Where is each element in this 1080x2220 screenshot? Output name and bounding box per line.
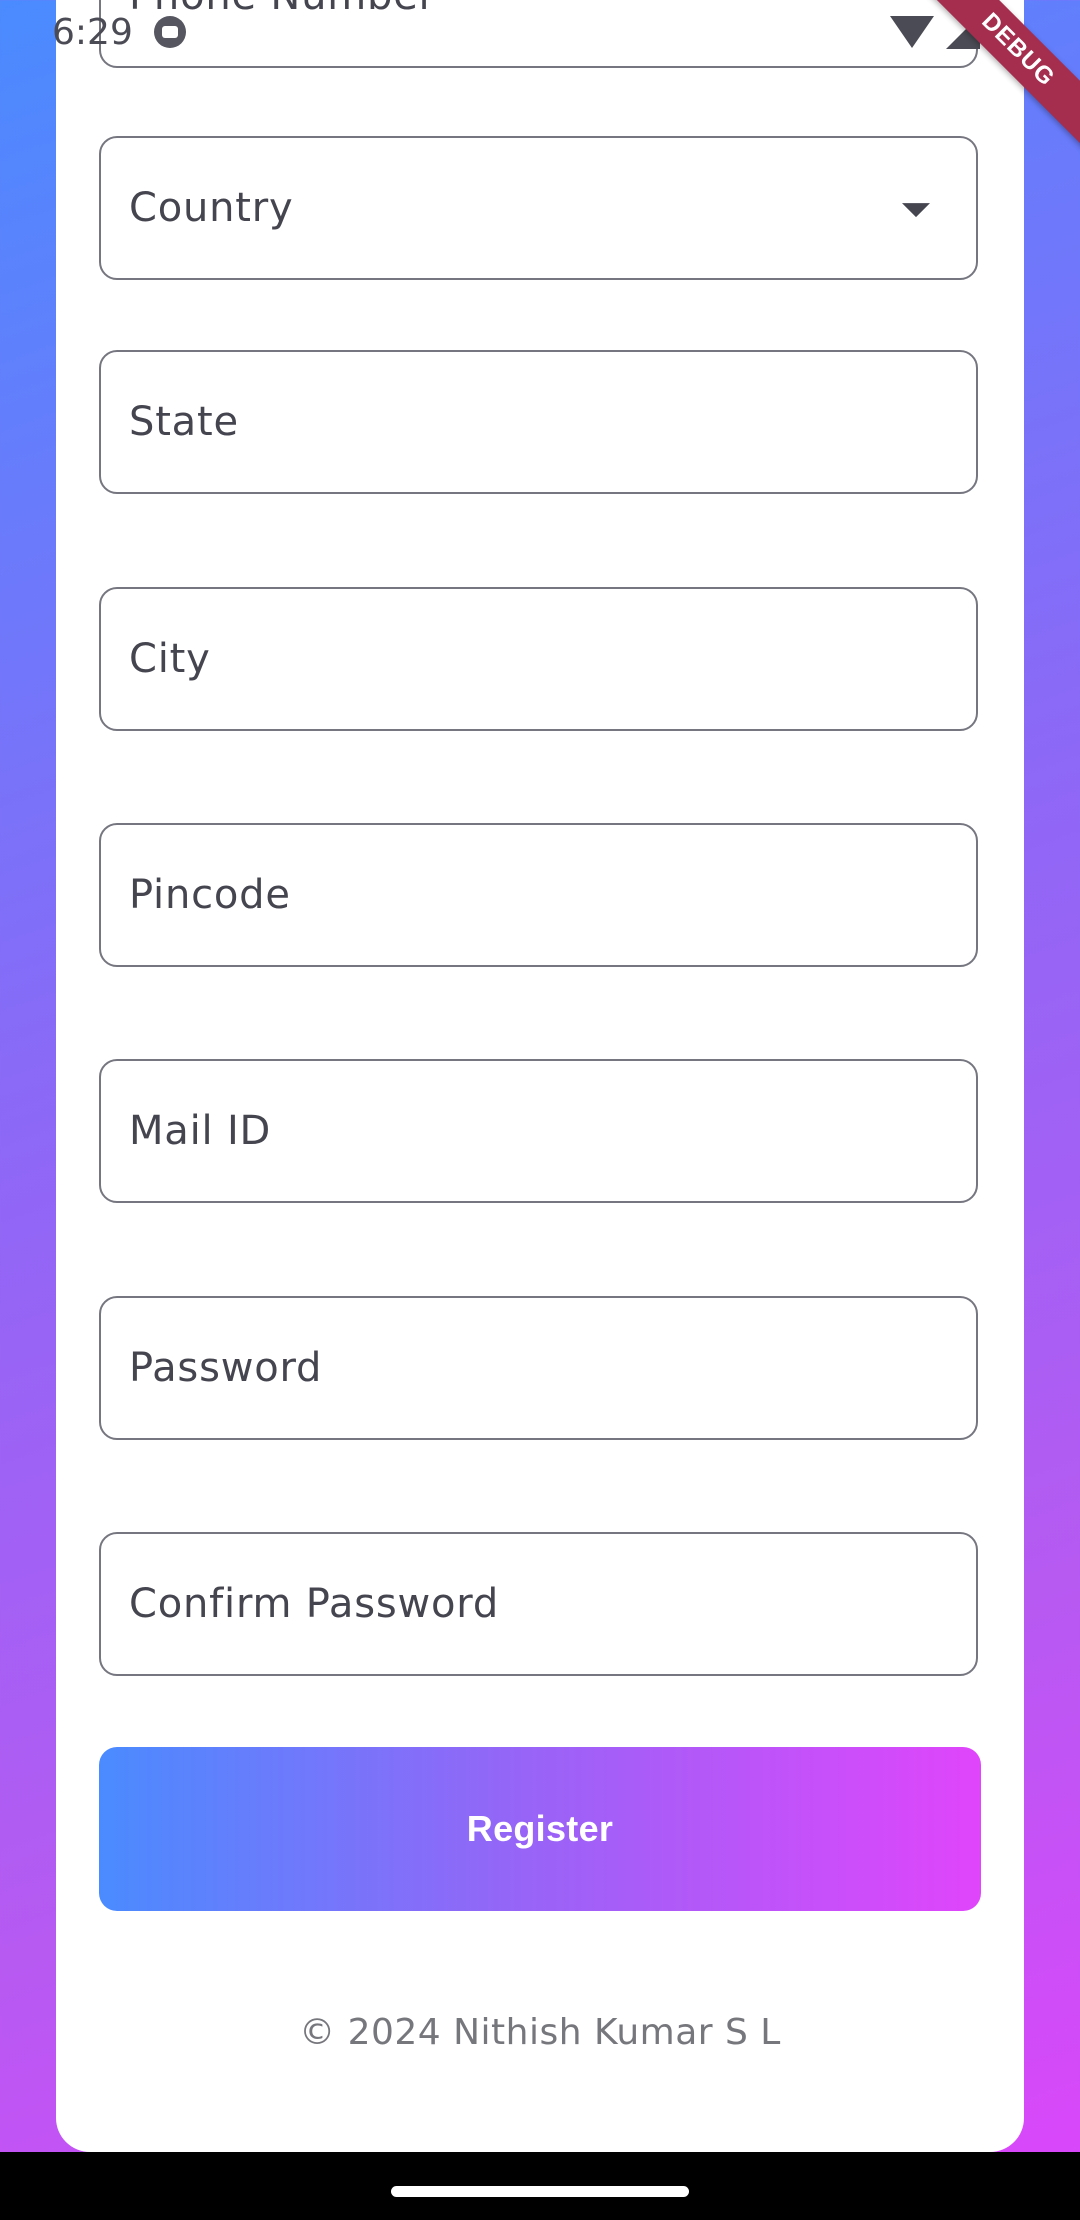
debug-notification-icon [154, 16, 186, 48]
register-button[interactable]: Register [99, 1747, 981, 1911]
state-field[interactable]: State [99, 350, 978, 494]
city-field[interactable]: City [99, 587, 978, 731]
navigation-bar [0, 2152, 1080, 2220]
password-field[interactable]: Password [99, 1296, 978, 1440]
pincode-field[interactable]: Pincode [99, 823, 978, 967]
status-time: 6:29 [52, 12, 133, 53]
password-label: Password [129, 1345, 323, 1391]
home-indicator[interactable] [391, 2186, 689, 2197]
status-bar: 6:29 [0, 0, 1080, 64]
country-dropdown[interactable]: Country [99, 136, 978, 280]
pincode-label: Pincode [129, 872, 291, 918]
state-label: State [129, 399, 239, 445]
mail-id-label: Mail ID [129, 1108, 272, 1154]
mail-id-field[interactable]: Mail ID [99, 1059, 978, 1203]
country-label: Country [129, 185, 294, 231]
confirm-password-label: Confirm Password [129, 1581, 500, 1627]
dropdown-arrow-icon [902, 203, 930, 218]
wifi-icon [890, 16, 934, 48]
copyright-footer: © 2024 Nithish Kumar S L [299, 2012, 781, 2053]
register-label: Register [466, 1808, 614, 1849]
confirm-password-field[interactable]: Confirm Password [99, 1532, 978, 1676]
city-label: City [129, 636, 211, 682]
